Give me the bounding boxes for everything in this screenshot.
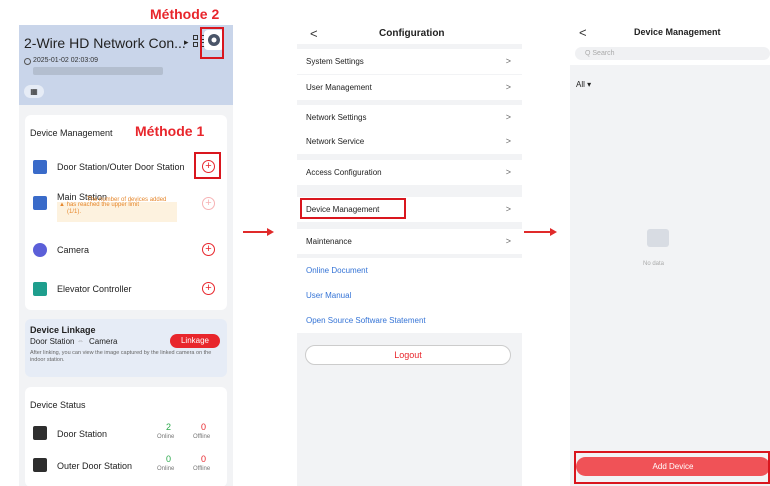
back-button[interactable]: <: [310, 26, 318, 41]
system-settings-row[interactable]: System Settings >: [297, 49, 522, 74]
device-status-title: Device Status: [30, 400, 86, 410]
flow-arrow-2: [524, 231, 551, 233]
user-management-row[interactable]: User Management >: [297, 75, 522, 100]
network-service-label: Network Service: [306, 137, 365, 146]
main-station-icon: [33, 196, 47, 210]
chevron-right-icon: >: [505, 136, 511, 146]
chevron-right-icon: >: [505, 236, 511, 246]
config-header: < Configuration: [297, 25, 522, 44]
camera-icon: [33, 243, 47, 257]
elevator-controller-row[interactable]: Elevator Controller +: [25, 276, 227, 302]
add-camera-icon[interactable]: +: [202, 243, 215, 256]
device-mgmt-header: < Device Management Q Search: [570, 25, 770, 65]
open-source-statement-link[interactable]: Open Source Software Statement: [297, 308, 522, 333]
method-2-label: Méthode 2: [150, 6, 220, 22]
main-station-row[interactable]: Main Station The number of devices added…: [25, 187, 227, 223]
caret-right-icon: ▸: [184, 37, 189, 47]
device-home-panel: 2-Wire HD Network Con... ▸ 2025-01-02 02…: [19, 25, 233, 486]
chevron-right-icon: >: [505, 56, 511, 66]
online-count-outer-door-station: 0: [166, 454, 172, 464]
maintenance-row[interactable]: Maintenance >: [297, 229, 522, 254]
offline-count-door-station: 0: [201, 422, 207, 432]
network-settings-row[interactable]: Network Settings >: [297, 105, 522, 130]
limit-warning: The number of devices added ▲ has reache…: [57, 197, 177, 222]
user-manual-link[interactable]: User Manual: [297, 283, 522, 308]
search-input[interactable]: Q Search: [575, 47, 770, 60]
offline-count-outer-door-station: 0: [201, 454, 207, 464]
highlight-device-management-row: [300, 198, 406, 219]
chevron-right-icon: >: [505, 82, 511, 92]
linkage-subtitle-left: Door Station: [30, 337, 75, 346]
linkage-subtitle-right: Camera: [89, 337, 118, 346]
offline-label: Offline: [193, 466, 211, 472]
system-settings-label: System Settings: [306, 57, 364, 66]
offline-label: Offline: [193, 434, 211, 440]
status-door-station-label: Door Station: [57, 429, 108, 439]
warning-line-3: (1/1).: [67, 209, 82, 215]
linkage-title: Device Linkage: [30, 325, 96, 335]
timestamp: 2025-01-02 02:03:09: [33, 57, 98, 64]
back-button[interactable]: <: [579, 25, 587, 40]
chevron-right-icon: >: [505, 204, 511, 214]
flow-arrow-1: [243, 231, 268, 233]
warning-line-1: The number of devices added: [87, 197, 167, 203]
camera-label: Camera: [57, 245, 90, 255]
camera-row[interactable]: Camera +: [25, 237, 227, 263]
status-row-door-station: Door Station 2 Online 0 Offline: [25, 420, 227, 446]
flow-arrow-2-head: [550, 228, 557, 236]
filter-all-dropdown[interactable]: All ▾: [576, 80, 591, 89]
elevator-icon: [33, 282, 47, 296]
door-station-label: Door Station/Outer Door Station: [57, 162, 185, 172]
config-title: Configuration: [379, 28, 445, 39]
empty-text: No data: [643, 261, 665, 267]
warning-icon: ▲: [59, 202, 65, 208]
door-station-status-icon: [33, 426, 47, 440]
add-main-station-icon: +: [202, 197, 215, 210]
online-label: Online: [157, 434, 175, 440]
device-linkage-card: Device Linkage Door Station ⇔ Camera Lin…: [25, 319, 227, 377]
online-document-link[interactable]: Online Document: [297, 258, 522, 283]
access-configuration-label: Access Configuration: [306, 168, 382, 177]
elevator-controller-label: Elevator Controller: [57, 284, 132, 294]
online-label: Online: [157, 466, 175, 472]
device-management-panel: < Device Management Q Search All ▾ No da…: [570, 25, 770, 486]
device-title: 2-Wire HD Network Con...: [24, 35, 186, 51]
status-outer-door-station-label: Outer Door Station: [57, 461, 133, 471]
linkage-description: After linking, you can view the image ca…: [30, 350, 212, 363]
empty-box-icon: [647, 229, 669, 247]
configuration-panel: < Configuration System Settings > User M…: [297, 25, 522, 486]
method-1-label: Méthode 1: [135, 123, 205, 139]
online-count-door-station: 2: [166, 422, 172, 432]
maintenance-label: Maintenance: [306, 237, 352, 246]
highlight-add-device-button: [574, 451, 770, 484]
device-status-card: Device Status Door Station 2 Online 0 Of…: [25, 387, 227, 486]
door-station-icon: [33, 160, 47, 174]
add-elevator-controller-icon[interactable]: +: [202, 282, 215, 295]
flow-arrow-1-head: [267, 228, 274, 236]
network-settings-label: Network Settings: [306, 113, 367, 122]
outer-door-station-status-icon: [33, 458, 47, 472]
logout-button[interactable]: Logout: [305, 345, 511, 365]
linkage-button[interactable]: Linkage: [170, 334, 220, 348]
link-icon: ⇔: [77, 338, 84, 345]
network-service-row[interactable]: Network Service >: [297, 129, 522, 154]
status-row-outer-door-station: Outer Door Station 0 Online 0 Offline: [25, 452, 227, 478]
user-management-label: User Management: [306, 83, 372, 92]
device-mgmt-title: Device Management: [634, 27, 721, 37]
device-management-title: Device Management: [30, 128, 113, 138]
access-configuration-row[interactable]: Access Configuration >: [297, 160, 522, 185]
blurred-serial: [33, 67, 163, 75]
clock-icon: [24, 58, 31, 65]
chevron-right-icon: >: [505, 112, 511, 122]
chevron-right-icon: >: [505, 167, 511, 177]
scan-icon[interactable]: ▦: [24, 85, 44, 98]
highlight-add-door-station: [194, 152, 221, 179]
highlight-settings-gear: [200, 27, 224, 59]
device-management-card: Device Management Méthode 1 Door Station…: [25, 115, 227, 310]
